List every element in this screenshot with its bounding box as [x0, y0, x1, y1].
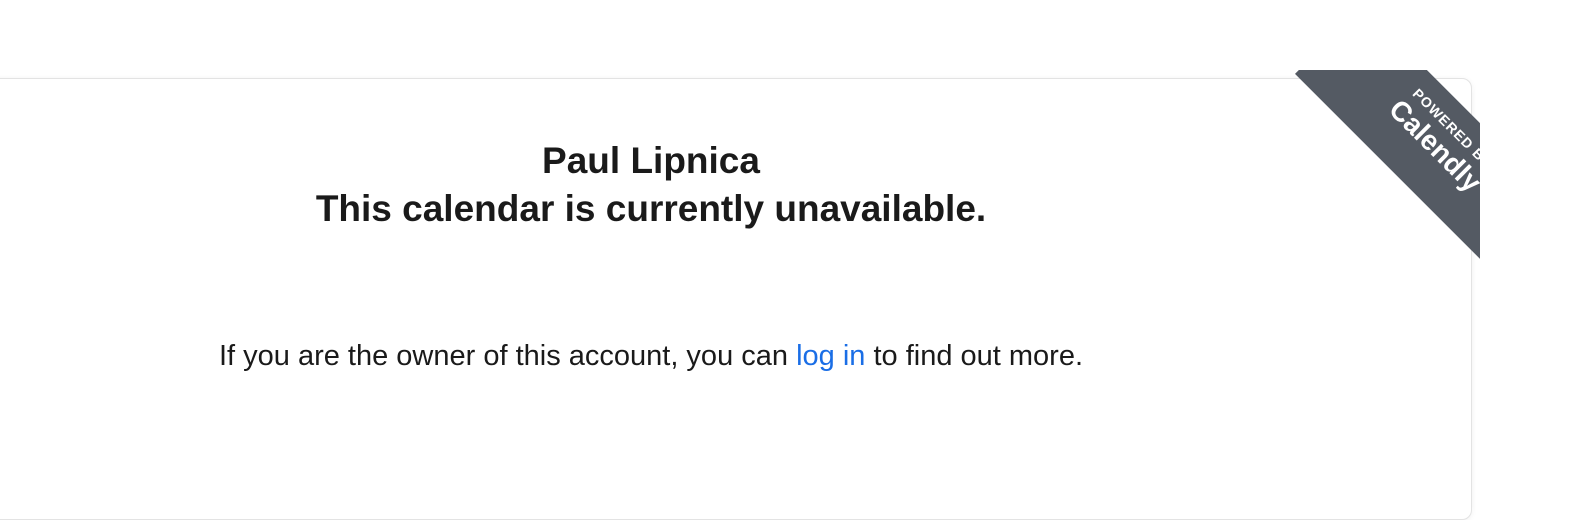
status-heading: This calendar is currently unavailable.	[315, 188, 987, 229]
message-suffix: to find out more.	[865, 340, 1084, 372]
heading-block: Paul Lipnica This calendar is currently …	[1, 137, 1301, 233]
powered-by-ribbon[interactable]: POWERED BY Calendly	[1270, 70, 1480, 280]
ribbon-band[interactable]: POWERED BY Calendly	[1294, 70, 1480, 280]
calendly-logo: Calendly	[1383, 93, 1480, 198]
message-prefix: If you are the owner of this account, yo…	[218, 340, 797, 372]
unavailable-card: Paul Lipnica This calendar is currently …	[0, 78, 1472, 520]
owner-name: Paul Lipnica	[542, 140, 760, 181]
log-in-link[interactable]: log in	[796, 340, 865, 372]
owner-message: If you are the owner of this account, yo…	[1, 337, 1301, 375]
